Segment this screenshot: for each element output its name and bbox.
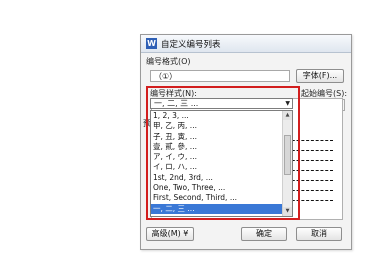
number-style-selected: 一, 二, 三 ... <box>154 99 199 108</box>
style-option[interactable]: ア, イ, ウ, ... <box>151 152 292 162</box>
style-option[interactable]: 壹, 貳, 參, ... <box>151 142 292 152</box>
cancel-button[interactable]: 取消 <box>296 227 342 241</box>
scroll-down-icon[interactable]: ▼ <box>283 207 292 216</box>
wps-writer-icon: W <box>146 38 157 49</box>
style-option[interactable]: First, Second, Third, ... <box>151 193 292 203</box>
dialog-titlebar: W 自定义编号列表 <box>141 35 351 53</box>
scroll-thumb[interactable] <box>284 135 291 175</box>
number-format-input[interactable]: （①） <box>150 70 290 82</box>
ok-button[interactable]: 确定 <box>241 227 287 241</box>
font-button[interactable]: 字体(F)... <box>296 69 344 83</box>
number-style-dropdown[interactable]: 一, 二, 三 ... ▼ <box>150 98 293 109</box>
style-option-selected[interactable]: 一, 二, 三 ... <box>151 203 292 214</box>
style-option[interactable]: 1st, 2nd, 3rd, ... <box>151 173 292 183</box>
advanced-button[interactable]: 高级(M) ¥ <box>146 227 194 241</box>
chevron-down-icon[interactable]: ▼ <box>285 99 290 108</box>
scroll-up-icon[interactable]: ▲ <box>283 111 292 120</box>
number-style-list[interactable]: 1, 2, 3, ... 甲, 乙, 丙, ... 子, 丑, 寅, ... 壹… <box>150 110 293 217</box>
dialog-title: 自定义编号列表 <box>161 40 221 50</box>
style-option[interactable]: 1, 2, 3, ... <box>151 111 292 121</box>
list-scrollbar[interactable]: ▲ ▼ <box>282 111 292 216</box>
style-option[interactable]: 甲, 乙, 丙, ... <box>151 121 292 131</box>
style-option[interactable]: 子, 丑, 寅, ... <box>151 132 292 142</box>
style-option[interactable]: イ, ロ, ハ, ... <box>151 162 292 172</box>
style-option[interactable]: One, Two, Three, ... <box>151 183 292 193</box>
number-format-label: 编号格式(O) <box>146 57 191 66</box>
